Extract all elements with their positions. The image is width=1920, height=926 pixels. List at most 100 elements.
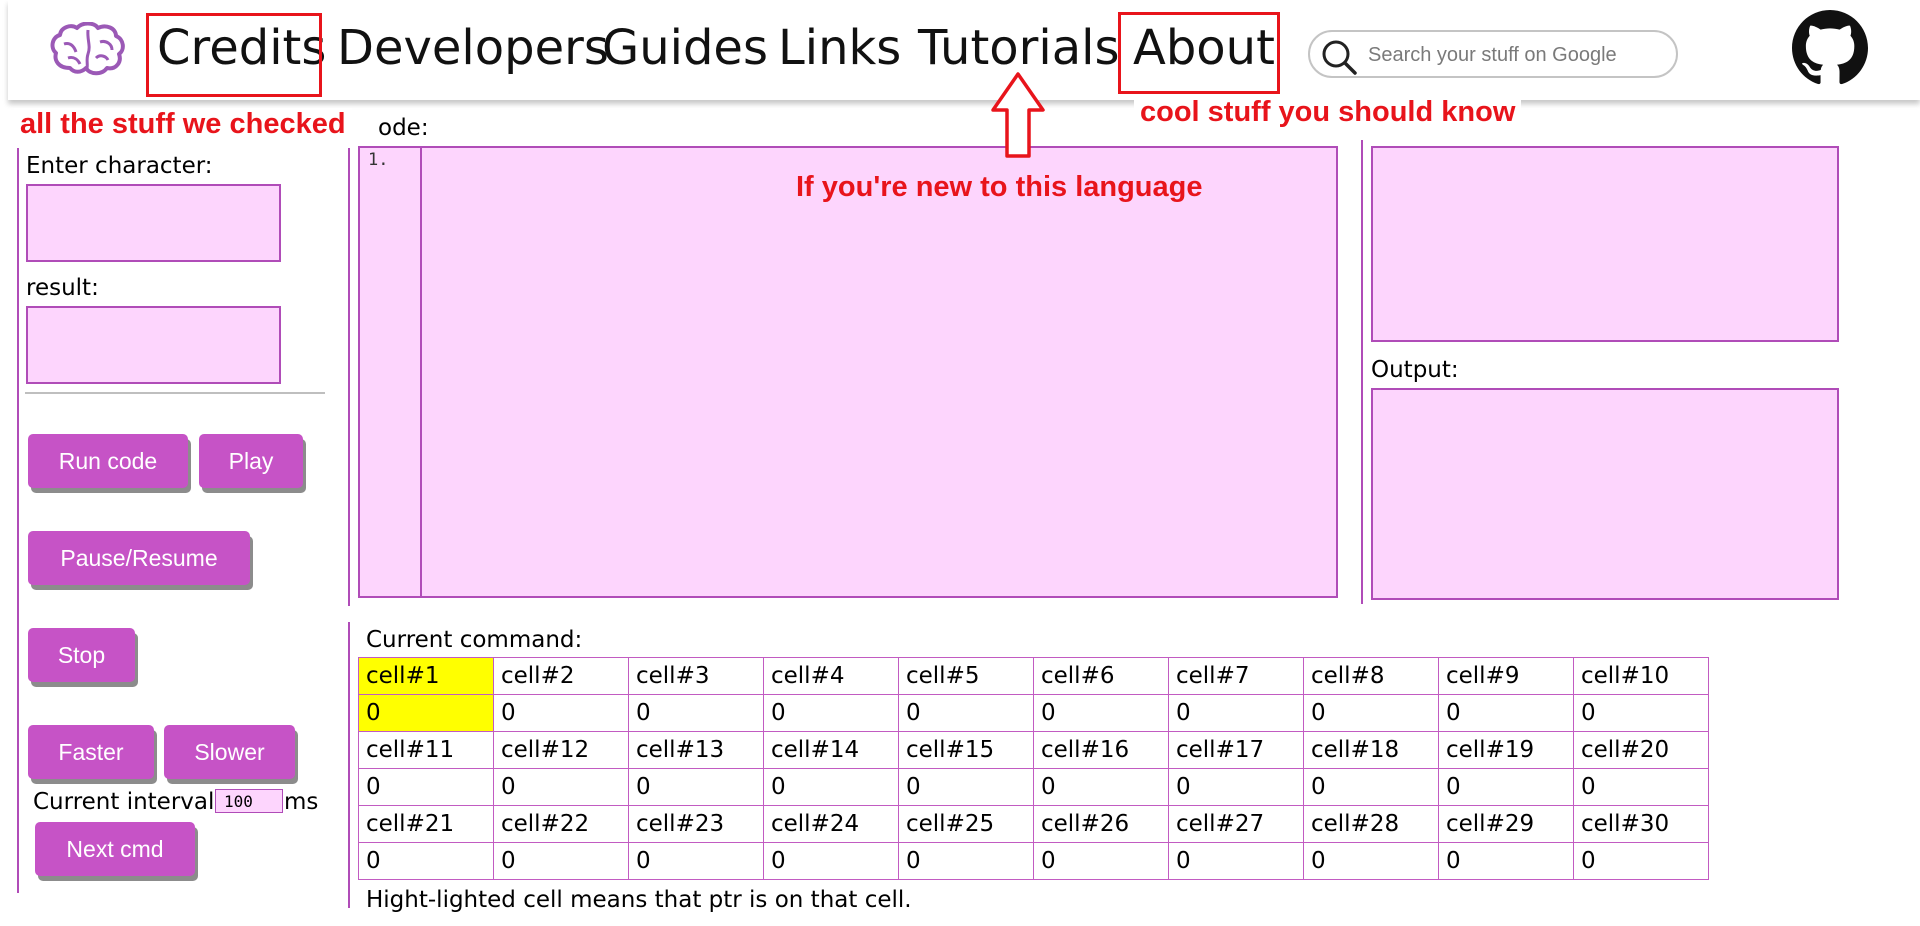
cell-name: cell#18 bbox=[1303, 731, 1439, 769]
cell-value: 0 bbox=[898, 694, 1034, 732]
cell-value: 0 bbox=[1303, 842, 1439, 880]
cell-values-row: 0 0 0 0 0 0 0 0 0 0 bbox=[358, 694, 1709, 732]
cell-value: 0 bbox=[1438, 768, 1574, 806]
cell-name: cell#13 bbox=[628, 731, 764, 769]
cell-value: 0 bbox=[493, 768, 629, 806]
search-bar[interactable] bbox=[1308, 30, 1678, 78]
enter-character-label: Enter character: bbox=[26, 153, 213, 179]
search-input[interactable] bbox=[1368, 40, 1663, 70]
output-panel bbox=[1371, 388, 1839, 600]
enter-character-field[interactable] bbox=[26, 184, 281, 262]
cell-value: 0 bbox=[898, 842, 1034, 880]
run-code-button[interactable]: Run code bbox=[28, 434, 188, 488]
cell-value: 0 bbox=[1573, 768, 1709, 806]
cell-names-row: cell#1 cell#2 cell#3 cell#4 cell#5 cell#… bbox=[358, 657, 1709, 695]
cell-name: cell#19 bbox=[1438, 731, 1574, 769]
nav-guides[interactable]: Guides bbox=[602, 16, 768, 80]
github-icon[interactable] bbox=[1792, 10, 1868, 86]
cell-value: 0 bbox=[1168, 768, 1304, 806]
cell-name: cell#23 bbox=[628, 805, 764, 843]
cell-names-row: cell#21 cell#22 cell#23 cell#24 cell#25 … bbox=[358, 805, 1709, 843]
cell-name: cell#16 bbox=[1033, 731, 1169, 769]
cell-value: 0 bbox=[1033, 694, 1169, 732]
interval-unit: ms bbox=[284, 789, 319, 815]
cell-value: 0 bbox=[898, 768, 1034, 806]
cell-value: 0 bbox=[1303, 694, 1439, 732]
cell-name: cell#8 bbox=[1303, 657, 1439, 695]
cell-value: 0 bbox=[358, 768, 494, 806]
cell-value: 0 bbox=[1033, 842, 1169, 880]
result-output[interactable] bbox=[28, 308, 279, 382]
cell-value: 0 bbox=[358, 694, 494, 732]
cell-name: cell#7 bbox=[1168, 657, 1304, 695]
memory-footnote: Hight-lighted cell means that ptr is on … bbox=[366, 887, 912, 913]
memory-cells-table: cell#1 cell#2 cell#3 cell#4 cell#5 cell#… bbox=[358, 657, 1709, 880]
cell-value: 0 bbox=[628, 768, 764, 806]
line-gutter: 1. bbox=[360, 148, 422, 596]
cell-value: 0 bbox=[1438, 694, 1574, 732]
about-annotation: cool stuff you should know bbox=[1134, 96, 1522, 129]
cell-name: cell#27 bbox=[1168, 805, 1304, 843]
cell-value: 0 bbox=[1438, 842, 1574, 880]
brain-icon[interactable] bbox=[50, 22, 126, 78]
faster-button[interactable]: Faster bbox=[28, 725, 154, 779]
cell-value: 0 bbox=[763, 694, 899, 732]
editor-left-border bbox=[348, 148, 350, 606]
credits-annotation: all the stuff we checked bbox=[14, 108, 352, 141]
cell-value: 0 bbox=[628, 694, 764, 732]
output-label: Output: bbox=[1371, 357, 1459, 383]
result-field[interactable] bbox=[26, 306, 281, 384]
cell-value: 0 bbox=[1168, 694, 1304, 732]
play-button[interactable]: Play bbox=[199, 434, 303, 488]
cell-name: cell#3 bbox=[628, 657, 764, 695]
cell-value: 0 bbox=[1303, 768, 1439, 806]
cell-values-row: 0 0 0 0 0 0 0 0 0 0 bbox=[358, 842, 1709, 880]
cell-value: 0 bbox=[493, 694, 629, 732]
sidebar-divider bbox=[25, 392, 325, 394]
interval-input[interactable] bbox=[215, 789, 283, 813]
current-command-label: Current command: bbox=[366, 627, 583, 653]
input-panel[interactable] bbox=[1371, 146, 1839, 342]
cell-name: cell#10 bbox=[1573, 657, 1709, 695]
cell-name: cell#6 bbox=[1033, 657, 1169, 695]
cell-name: cell#11 bbox=[358, 731, 494, 769]
cell-name: cell#14 bbox=[763, 731, 899, 769]
tutorials-annotation: If you're new to this language bbox=[796, 171, 1203, 203]
cell-value: 0 bbox=[1168, 842, 1304, 880]
cell-name: cell#28 bbox=[1303, 805, 1439, 843]
cell-name: cell#12 bbox=[493, 731, 629, 769]
enter-character-input[interactable] bbox=[28, 186, 279, 260]
memory-left-border bbox=[348, 622, 350, 908]
cell-name: cell#9 bbox=[1438, 657, 1574, 695]
cell-name: cell#21 bbox=[358, 805, 494, 843]
sidebar-left-border bbox=[17, 148, 19, 893]
cell-value: 0 bbox=[628, 842, 764, 880]
slower-button[interactable]: Slower bbox=[164, 725, 295, 779]
cell-name: cell#5 bbox=[898, 657, 1034, 695]
cell-name: cell#20 bbox=[1573, 731, 1709, 769]
cell-name: cell#4 bbox=[763, 657, 899, 695]
cell-names-row: cell#11 cell#12 cell#13 cell#14 cell#15 … bbox=[358, 731, 1709, 769]
next-cmd-button[interactable]: Next cmd bbox=[35, 822, 195, 876]
stop-button[interactable]: Stop bbox=[28, 628, 135, 682]
code-label: ode: bbox=[378, 115, 429, 141]
cell-value: 0 bbox=[763, 842, 899, 880]
cell-name: cell#17 bbox=[1168, 731, 1304, 769]
cell-value: 0 bbox=[1573, 694, 1709, 732]
nav-links[interactable]: Links bbox=[778, 16, 901, 80]
cell-name: cell#1 bbox=[358, 657, 494, 695]
cell-value: 0 bbox=[1573, 842, 1709, 880]
up-arrow-icon bbox=[991, 72, 1045, 158]
nav-developers[interactable]: Developers bbox=[337, 16, 609, 80]
nav-about[interactable]: About bbox=[1133, 16, 1275, 80]
pause-resume-button[interactable]: Pause/Resume bbox=[28, 531, 250, 585]
nav-tutorials[interactable]: Tutorials bbox=[918, 16, 1119, 80]
nav-credits[interactable]: Credits bbox=[157, 16, 326, 80]
cell-name: cell#25 bbox=[898, 805, 1034, 843]
cell-value: 0 bbox=[763, 768, 899, 806]
program-input[interactable] bbox=[1373, 148, 1837, 340]
cell-value: 0 bbox=[358, 842, 494, 880]
cell-value: 0 bbox=[1033, 768, 1169, 806]
search-icon[interactable] bbox=[1320, 38, 1358, 76]
code-editor[interactable]: 1. bbox=[358, 146, 1338, 598]
